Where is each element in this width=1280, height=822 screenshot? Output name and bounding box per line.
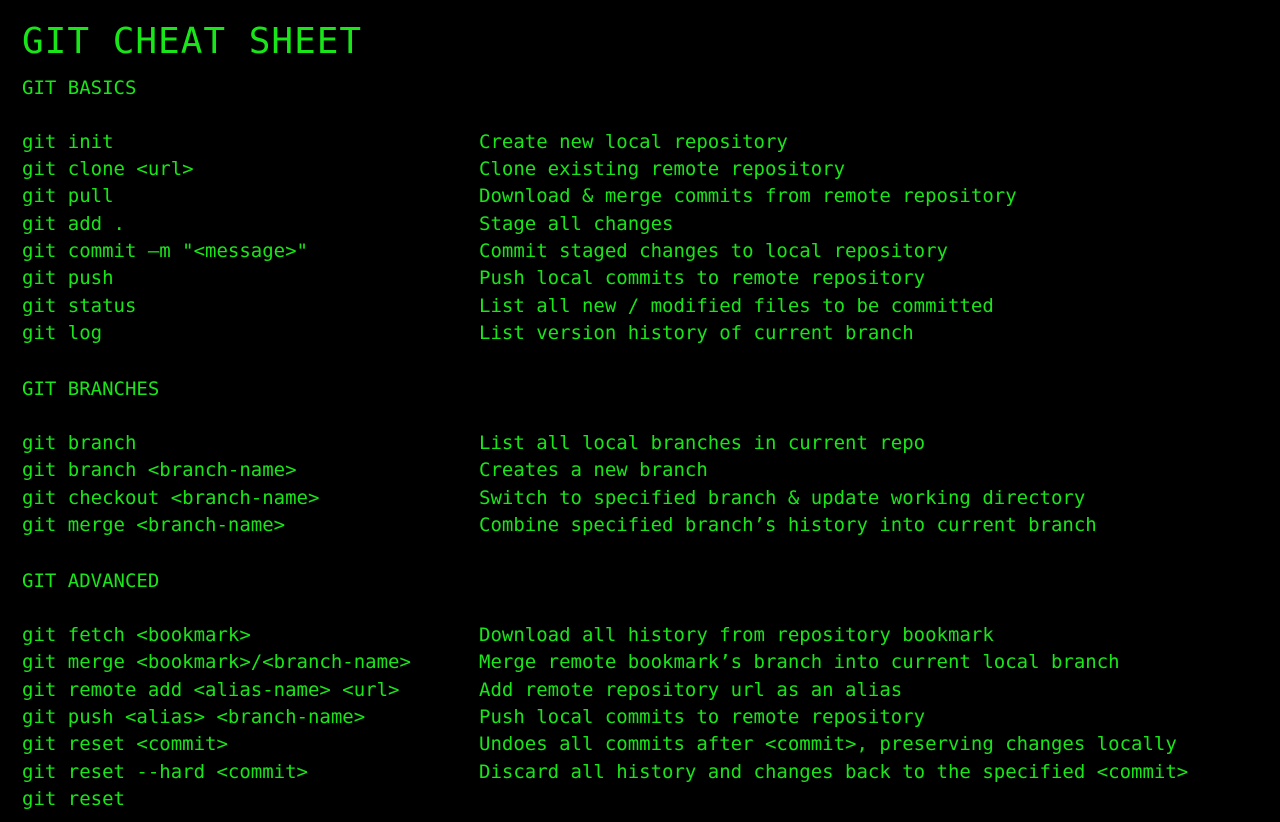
command-text: git status	[22, 295, 137, 317]
command-text: git push <alias> <branch-name>	[22, 706, 366, 728]
command-text: git add .	[22, 213, 125, 235]
table-row: git reset <commit> Undoes all commits af…	[22, 731, 1272, 758]
table-row: git add . Stage all changes	[22, 211, 1272, 238]
table-row: git pull Download & merge commits from r…	[22, 183, 1272, 210]
command-description: Undoes all commits after <commit>, prese…	[479, 733, 1177, 755]
table-row: git log List version history of current …	[22, 320, 1272, 347]
command-description: Discard all history and changes back to …	[479, 761, 1189, 783]
command-text: git fetch <bookmark>	[22, 624, 251, 646]
table-row: git clone <url> Clone existing remote re…	[22, 156, 1272, 183]
command-text: git reset --hard <commit>	[22, 761, 308, 783]
page-title: GIT CHEAT SHEET	[22, 21, 363, 62]
command-description: Stage all changes	[479, 213, 674, 235]
command-text: git reset	[22, 788, 125, 810]
command-description: List all new / modified files to be comm…	[479, 295, 994, 317]
table-row: git branch <branch-name> Creates a new b…	[22, 457, 1272, 484]
command-description: Creates a new branch	[479, 459, 708, 481]
command-text: git init	[22, 131, 114, 153]
table-row: git push Push local commits to remote re…	[22, 265, 1272, 292]
command-description: Clone existing remote repository	[479, 158, 846, 180]
table-row: git checkout <branch-name> Switch to spe…	[22, 485, 1272, 512]
table-row: git status List all new / modified files…	[22, 293, 1272, 320]
section-heading-branches: GIT BRANCHES	[22, 378, 160, 400]
command-description: Create new local repository	[479, 131, 788, 153]
command-text: git clone <url>	[22, 158, 194, 180]
command-description: List version history of current branch	[479, 322, 914, 344]
command-text: git pull	[22, 185, 114, 207]
command-text: git merge <bookmark>/<branch-name>	[22, 651, 411, 673]
table-row: git init Create new local repository	[22, 129, 1272, 156]
command-description: List all local branches in current repo	[479, 432, 926, 454]
command-description: Push local commits to remote repository	[479, 267, 926, 289]
command-text: git log	[22, 322, 103, 344]
table-row: git remote add <alias-name> <url> Add re…	[22, 677, 1272, 704]
command-text: git merge <branch-name>	[22, 514, 286, 536]
command-description: Push local commits to remote repository	[479, 706, 926, 728]
command-text: git push	[22, 267, 114, 289]
command-text: git reset <commit>	[22, 733, 228, 755]
command-description: Download & merge commits from remote rep…	[479, 185, 1017, 207]
command-description: Commit staged changes to local repositor…	[479, 240, 948, 262]
table-row: git fetch <bookmark> Download all histor…	[22, 622, 1272, 649]
command-description: Merge remote bookmark’s branch into curr…	[479, 651, 1120, 673]
command-description: Add remote repository url as an alias	[479, 679, 903, 701]
command-text: git branch <branch-name>	[22, 459, 297, 481]
table-row: git branch List all local branches in cu…	[22, 430, 1272, 457]
table-row: git reset	[22, 786, 1272, 813]
command-description: Switch to specified branch & update work…	[479, 487, 1086, 509]
table-row: git reset --hard <commit> Discard all hi…	[22, 759, 1272, 786]
table-row: git commit –m "<message>" Commit staged …	[22, 238, 1272, 265]
command-text: git checkout <branch-name>	[22, 487, 320, 509]
section-heading-basics: GIT BASICS	[22, 77, 137, 99]
table-row: git merge <branch-name> Combine specifie…	[22, 512, 1272, 539]
table-row: git merge <bookmark>/<branch-name> Merge…	[22, 649, 1272, 676]
command-text: git branch	[22, 432, 137, 454]
command-text: git commit –m "<message>"	[22, 240, 308, 262]
table-row: git push <alias> <branch-name> Push loca…	[22, 704, 1272, 731]
command-text: git remote add <alias-name> <url>	[22, 679, 400, 701]
command-description: Download all history from repository boo…	[479, 624, 994, 646]
command-description: Combine specified branch’s history into …	[479, 514, 1097, 536]
section-heading-advanced: GIT ADVANCED	[22, 570, 160, 592]
